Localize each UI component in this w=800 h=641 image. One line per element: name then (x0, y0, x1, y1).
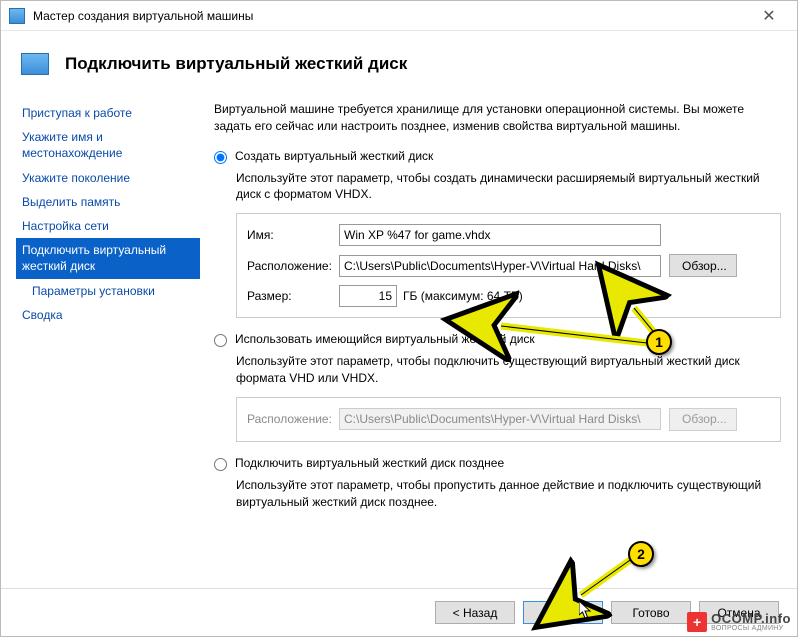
sidebar-item-start[interactable]: Приступая к работе (16, 101, 204, 125)
sidebar-item-name-location[interactable]: Укажите имя и местонахождение (16, 125, 204, 165)
intro-text: Виртуальной машине требуется хранилище д… (214, 101, 781, 135)
finish-button[interactable]: Готово (611, 601, 691, 624)
page-title: Подключить виртуальный жесткий диск (65, 54, 407, 74)
footer: < Назад Далее > Готово Отмена (1, 588, 797, 636)
sidebar-item-install-options[interactable]: Параметры установки (16, 279, 204, 303)
size-label: Размер: (247, 289, 339, 303)
back-button[interactable]: < Назад (435, 601, 515, 624)
option-existing-label: Использовать имеющийся виртуальный жестк… (235, 332, 535, 346)
existing-loc-label: Расположение: (247, 412, 339, 426)
sidebar-item-summary[interactable]: Сводка (16, 303, 204, 327)
name-input[interactable] (339, 224, 661, 246)
existing-browse-button: Обзор... (669, 408, 737, 431)
option-existing-desc: Используйте этот параметр, чтобы подключ… (236, 353, 781, 387)
sidebar-item-memory[interactable]: Выделить память (16, 190, 204, 214)
option-existing-vhd[interactable]: Использовать имеющийся виртуальный жестк… (214, 332, 781, 347)
location-label: Расположение: (247, 259, 339, 273)
option-create-desc: Используйте этот параметр, чтобы создать… (236, 170, 781, 204)
option-later-desc: Используйте этот параметр, чтобы пропуст… (236, 477, 781, 511)
existing-loc-input (339, 408, 661, 430)
next-button[interactable]: Далее > (523, 601, 603, 624)
location-input[interactable] (339, 255, 661, 277)
sidebar-item-network[interactable]: Настройка сети (16, 214, 204, 238)
option-create-vhd[interactable]: Создать виртуальный жесткий диск (214, 149, 781, 164)
wizard-window: Мастер создания виртуальной машины ✕ Под… (0, 0, 798, 637)
content-pane: Виртуальной машине требуется хранилище д… (204, 93, 797, 581)
cancel-button[interactable]: Отмена (699, 601, 779, 624)
size-input[interactable] (339, 285, 397, 307)
radio-existing-vhd[interactable] (214, 334, 227, 347)
wizard-icon (21, 53, 49, 75)
option-later-label: Подключить виртуальный жесткий диск позд… (235, 456, 504, 470)
size-unit: ГБ (максимум: 64 ТБ) (403, 289, 523, 303)
option-create-label: Создать виртуальный жесткий диск (235, 149, 433, 163)
titlebar: Мастер создания виртуальной машины ✕ (1, 1, 797, 31)
close-button[interactable]: ✕ (749, 1, 789, 31)
radio-later-vhd[interactable] (214, 458, 227, 471)
name-label: Имя: (247, 228, 339, 242)
wizard-header: Подключить виртуальный жесткий диск (1, 31, 797, 93)
wizard-body: Приступая к работе Укажите имя и местона… (1, 93, 797, 581)
sidebar-item-vhd[interactable]: Подключить виртуальный жесткий диск (16, 238, 200, 278)
sidebar: Приступая к работе Укажите имя и местона… (1, 93, 204, 581)
sidebar-item-generation[interactable]: Укажите поколение (16, 166, 204, 190)
fieldset-create: Имя: Расположение: Обзор... Размер: ГБ (… (236, 213, 781, 318)
browse-button[interactable]: Обзор... (669, 254, 737, 277)
radio-create-vhd[interactable] (214, 151, 227, 164)
app-icon (9, 8, 25, 24)
option-later-vhd[interactable]: Подключить виртуальный жесткий диск позд… (214, 456, 781, 471)
fieldset-existing: Расположение: Обзор... (236, 397, 781, 442)
window-title: Мастер создания виртуальной машины (33, 9, 749, 23)
